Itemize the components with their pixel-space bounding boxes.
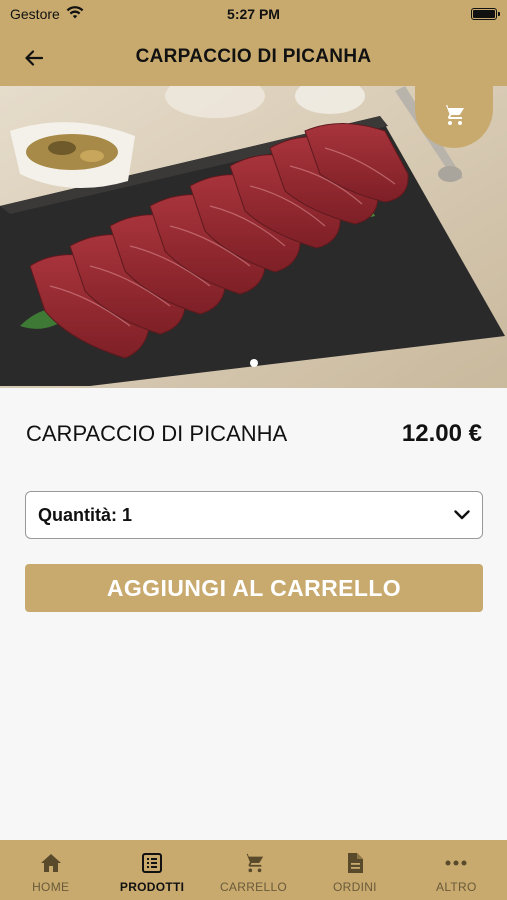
carousel-indicator [0,359,507,367]
cart-icon [243,852,265,874]
tab-prodotti[interactable]: PRODOTTI [101,840,202,900]
document-icon [346,852,364,874]
status-bar: Gestore 5:27 PM [0,0,507,28]
tab-ordini-label: ORDINI [333,880,377,894]
tab-home-label: HOME [32,880,70,894]
product-price: 12.00 € [401,420,482,447]
chevron-down-icon [454,510,470,520]
carrier-name: Gestore [10,6,60,22]
add-to-cart-button[interactable]: AGGIUNGI AL CARRELLO [25,564,483,612]
wifi-icon [66,6,84,22]
quantity-select[interactable]: Quantità: 1 [25,491,483,539]
page-title: CARPACCIO DI PICANHA [135,46,372,67]
status-left: Gestore [10,6,84,22]
arrow-left-icon [25,50,43,66]
tab-carrello[interactable]: CARRELLO [203,840,304,900]
home-icon [40,852,62,874]
battery-icon [471,8,500,20]
tab-prodotti-label: PRODOTTI [119,880,185,894]
tab-bar: HOME PRODOTTI CARRELLO ORDINI ALTRO [0,840,507,900]
tab-home[interactable]: HOME [0,840,101,900]
tab-altro-label: ALTRO [436,880,477,894]
cart-icon [443,105,464,125]
product-info: CARPACCIO DI PICANHA 12.00 € [26,420,482,448]
tab-carrello-label: CARRELLO [219,880,288,894]
tab-ordini[interactable]: ORDINI [304,840,405,900]
more-icon [445,852,467,874]
nav-bar: CARPACCIO DI PICANHA [0,28,507,86]
carousel-dot-active[interactable] [249,359,258,367]
list-icon [142,852,163,874]
quantity-value: Quantità: 1 [38,504,133,525]
tab-altro[interactable]: ALTRO [406,840,507,900]
add-to-cart-label: AGGIUNGI AL CARRELLO [106,574,402,601]
back-button[interactable] [18,42,50,74]
product-name: CARPACCIO DI PICANHA [26,421,288,446]
